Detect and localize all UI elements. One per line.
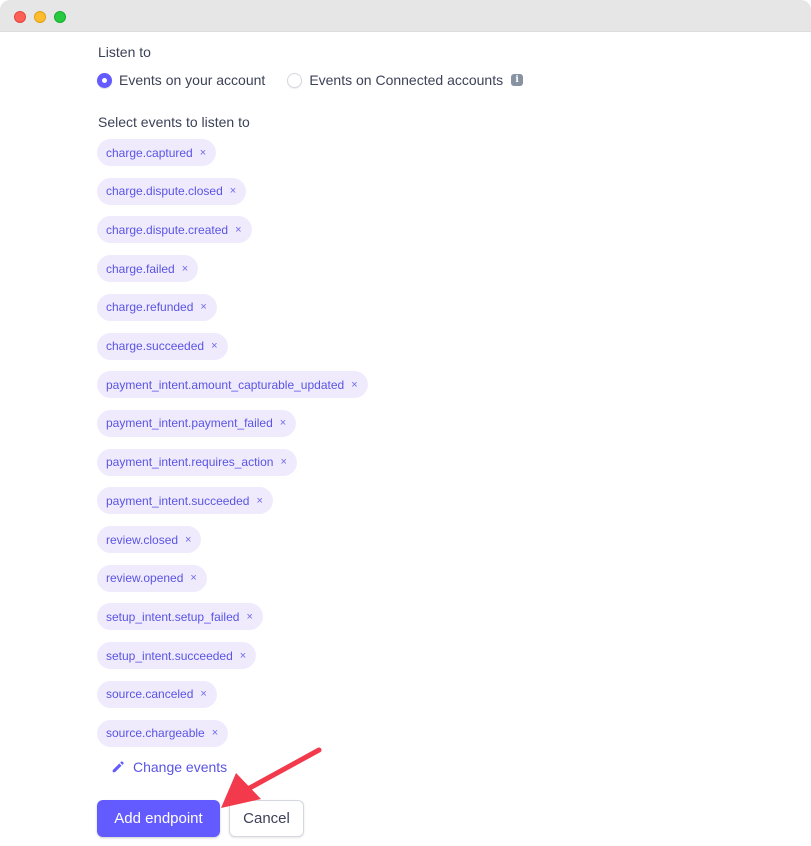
radio-label: Events on your account [119,72,266,88]
radio-option-your-account[interactable]: Events on your account [97,72,265,88]
remove-event-icon[interactable]: × [200,301,206,313]
event-chip-label: payment_intent.succeeded [106,493,250,508]
event-chip: charge.succeeded × [97,332,228,360]
event-chip: review.opened × [97,564,207,592]
event-chip: charge.failed × [97,255,199,283]
remove-event-icon[interactable]: × [280,456,286,468]
close-window-button[interactable] [14,11,26,23]
event-chip: payment_intent.succeeded × [97,487,273,515]
event-chip-label: review.closed [106,532,179,547]
event-chip-label: review.opened [106,571,184,586]
event-chip: source.canceled × [97,680,217,708]
remove-event-icon[interactable]: × [190,572,196,584]
endpoint-form: Listen to Events on your account Events … [97,32,811,846]
event-chip-label: charge.failed [106,261,175,276]
remove-event-icon[interactable]: × [256,495,262,507]
event-chip: charge.refunded × [97,293,217,321]
event-chip: charge.dispute.closed × [97,177,247,205]
event-chip: charge.dispute.created × [97,216,252,244]
remove-event-icon[interactable]: × [200,688,206,700]
listen-to-label: Listen to [98,44,151,60]
app-window: Listen to Events on your account Events … [0,0,811,846]
minimize-window-button[interactable] [34,11,46,23]
listen-to-radio-group: Events on your account Events on Connect… [97,71,545,89]
remove-event-icon[interactable]: × [351,379,357,391]
event-chip: setup_intent.succeeded × [97,642,257,670]
radio-checked-icon[interactable] [97,72,112,88]
event-chip-label: charge.succeeded [106,339,205,353]
info-icon[interactable]: i [511,74,524,86]
event-chip-label: source.chargeable [106,726,205,740]
select-events-label: Select events to listen to [98,114,250,130]
remove-event-icon[interactable]: × [280,417,286,429]
radio-unchecked-icon[interactable] [287,72,303,88]
remove-event-icon[interactable]: × [212,727,218,739]
remove-event-icon[interactable]: × [235,224,241,236]
event-chip-label: payment_intent.requires_action [106,455,274,470]
event-chip: payment_intent.amount_capturable_updated… [97,371,368,399]
remove-event-icon[interactable]: × [230,185,236,197]
remove-event-icon[interactable]: × [185,534,191,546]
remove-event-icon[interactable]: × [246,611,252,623]
event-chip: payment_intent.requires_action × [97,448,297,476]
event-chip: charge.captured × [97,139,217,166]
radio-label: Events on Connected accounts [309,72,504,88]
event-chip-label: setup_intent.setup_failed [106,609,240,624]
radio-option-connected-accounts[interactable]: Events on Connected accounts i [287,72,524,88]
change-events-label: Change events [133,759,228,775]
remove-event-icon[interactable]: × [182,263,188,275]
change-events-link[interactable]: Change events [111,759,227,775]
event-chip: source.chargeable × [97,719,229,747]
maximize-window-button[interactable] [54,11,66,23]
event-chip-label: payment_intent.payment_failed [106,416,273,431]
event-chip-label: source.canceled [106,687,194,702]
event-chip-label: charge.captured [106,145,193,160]
remove-event-icon[interactable]: × [200,147,206,159]
event-chip-label: charge.dispute.created [106,222,229,237]
add-endpoint-button[interactable]: Add endpoint [97,800,220,837]
remove-event-icon[interactable]: × [240,650,246,662]
title-bar [0,0,811,32]
cancel-button[interactable]: Cancel [229,800,304,837]
event-chip-label: payment_intent.amount_capturable_updated [106,377,345,392]
event-chip-label: setup_intent.succeeded [106,648,233,663]
pencil-icon [112,761,124,773]
event-chip-label: charge.dispute.closed [106,184,223,199]
event-chip: review.closed × [97,526,202,553]
event-chip: payment_intent.payment_failed × [97,409,297,437]
remove-event-icon[interactable]: × [211,340,217,352]
event-chip-label: charge.refunded [106,300,194,315]
event-chip: setup_intent.setup_failed × [97,603,263,631]
